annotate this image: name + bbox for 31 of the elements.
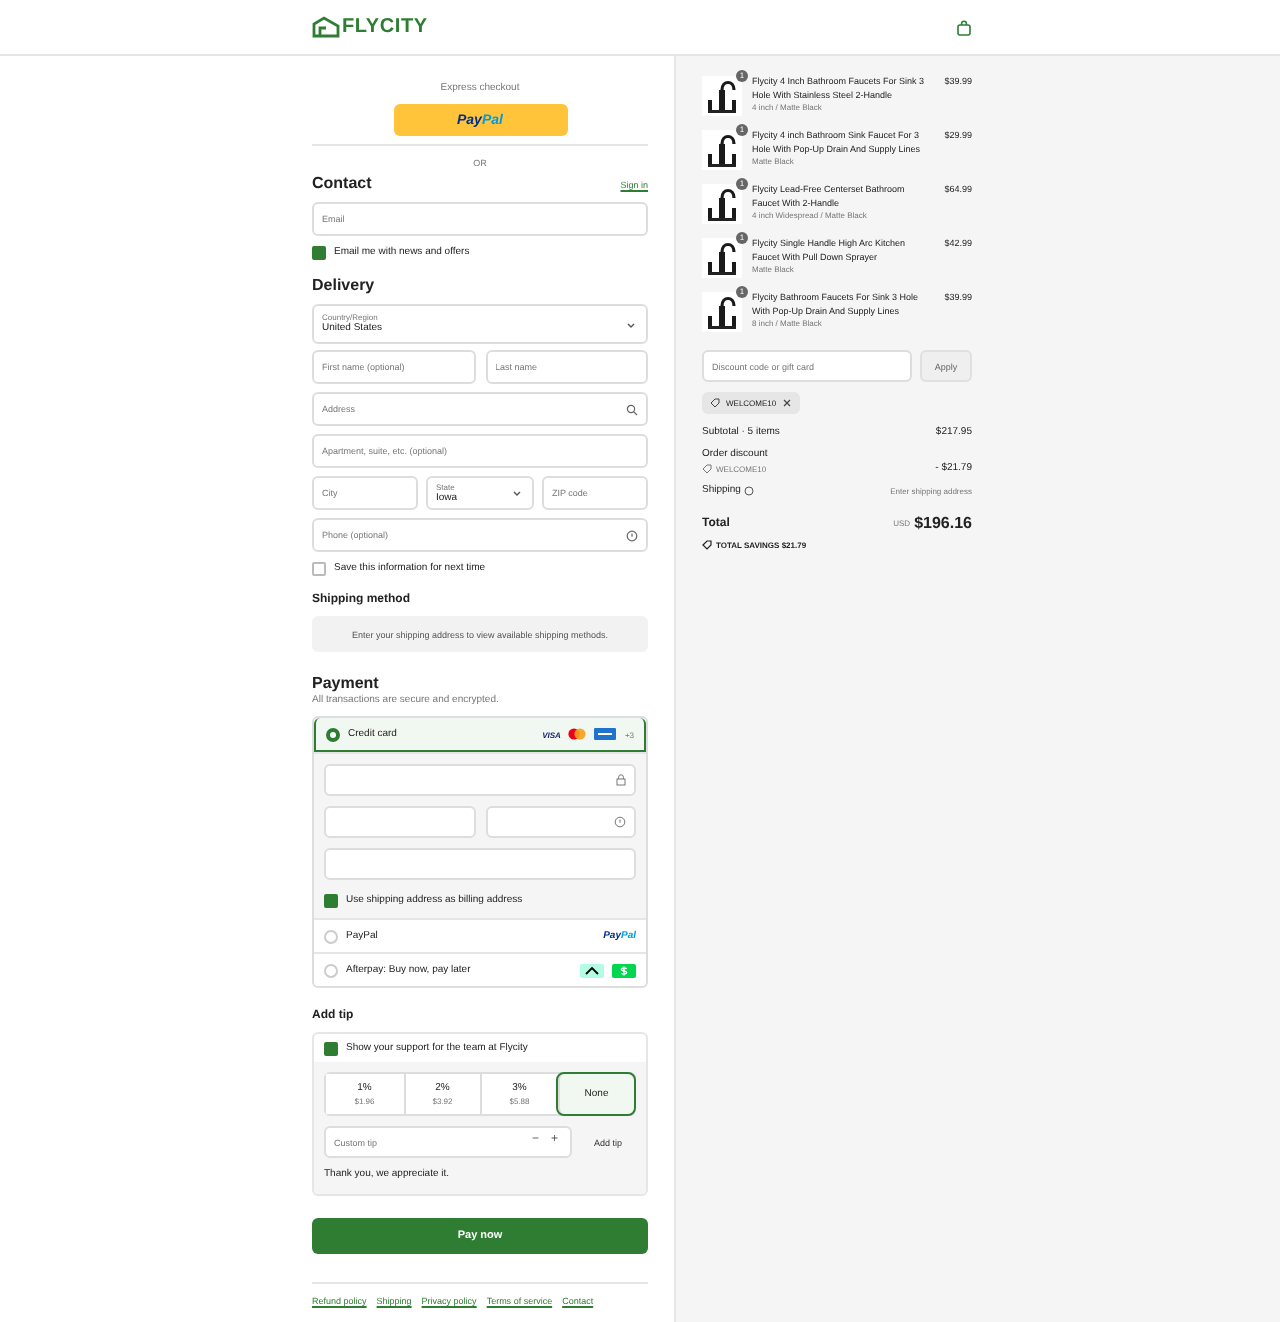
help-icon xyxy=(614,816,626,828)
logo-house-icon xyxy=(312,16,340,38)
payment-heading: Payment xyxy=(312,674,381,694)
lock-icon xyxy=(616,774,626,786)
shopping-bag-icon[interactable] xyxy=(956,19,972,35)
tag-icon xyxy=(702,540,712,550)
chevron-down-icon xyxy=(512,490,522,498)
tag-icon xyxy=(702,464,712,474)
mastercard-icon xyxy=(568,728,587,740)
security-code-field[interactable] xyxy=(485,806,636,838)
radio-button[interactable] xyxy=(326,727,340,741)
checkbox[interactable] xyxy=(324,1041,338,1055)
close-icon[interactable] xyxy=(782,398,793,408)
cash-app-icon xyxy=(612,963,636,977)
checkbox[interactable] xyxy=(324,894,338,908)
help-icon xyxy=(744,486,755,496)
expiration-date-field[interactable] xyxy=(324,806,475,838)
card-brand-icon xyxy=(594,728,617,740)
delivery-heading: Delivery xyxy=(312,276,377,296)
chevron-down-icon xyxy=(626,322,636,330)
afterpay-icon xyxy=(580,963,604,977)
search-icon xyxy=(626,403,638,415)
checkbox[interactable] xyxy=(312,562,326,576)
checkbox[interactable] xyxy=(312,246,326,260)
total-value: $196.16 xyxy=(914,514,972,532)
tag-icon xyxy=(710,398,720,408)
logo-text[interactable]: FLYCITY xyxy=(342,16,428,38)
name-on-card-field[interactable] xyxy=(324,848,636,880)
contact-heading: Contact xyxy=(312,174,372,194)
help-icon xyxy=(626,529,638,541)
card-number-field[interactable] xyxy=(324,764,636,796)
